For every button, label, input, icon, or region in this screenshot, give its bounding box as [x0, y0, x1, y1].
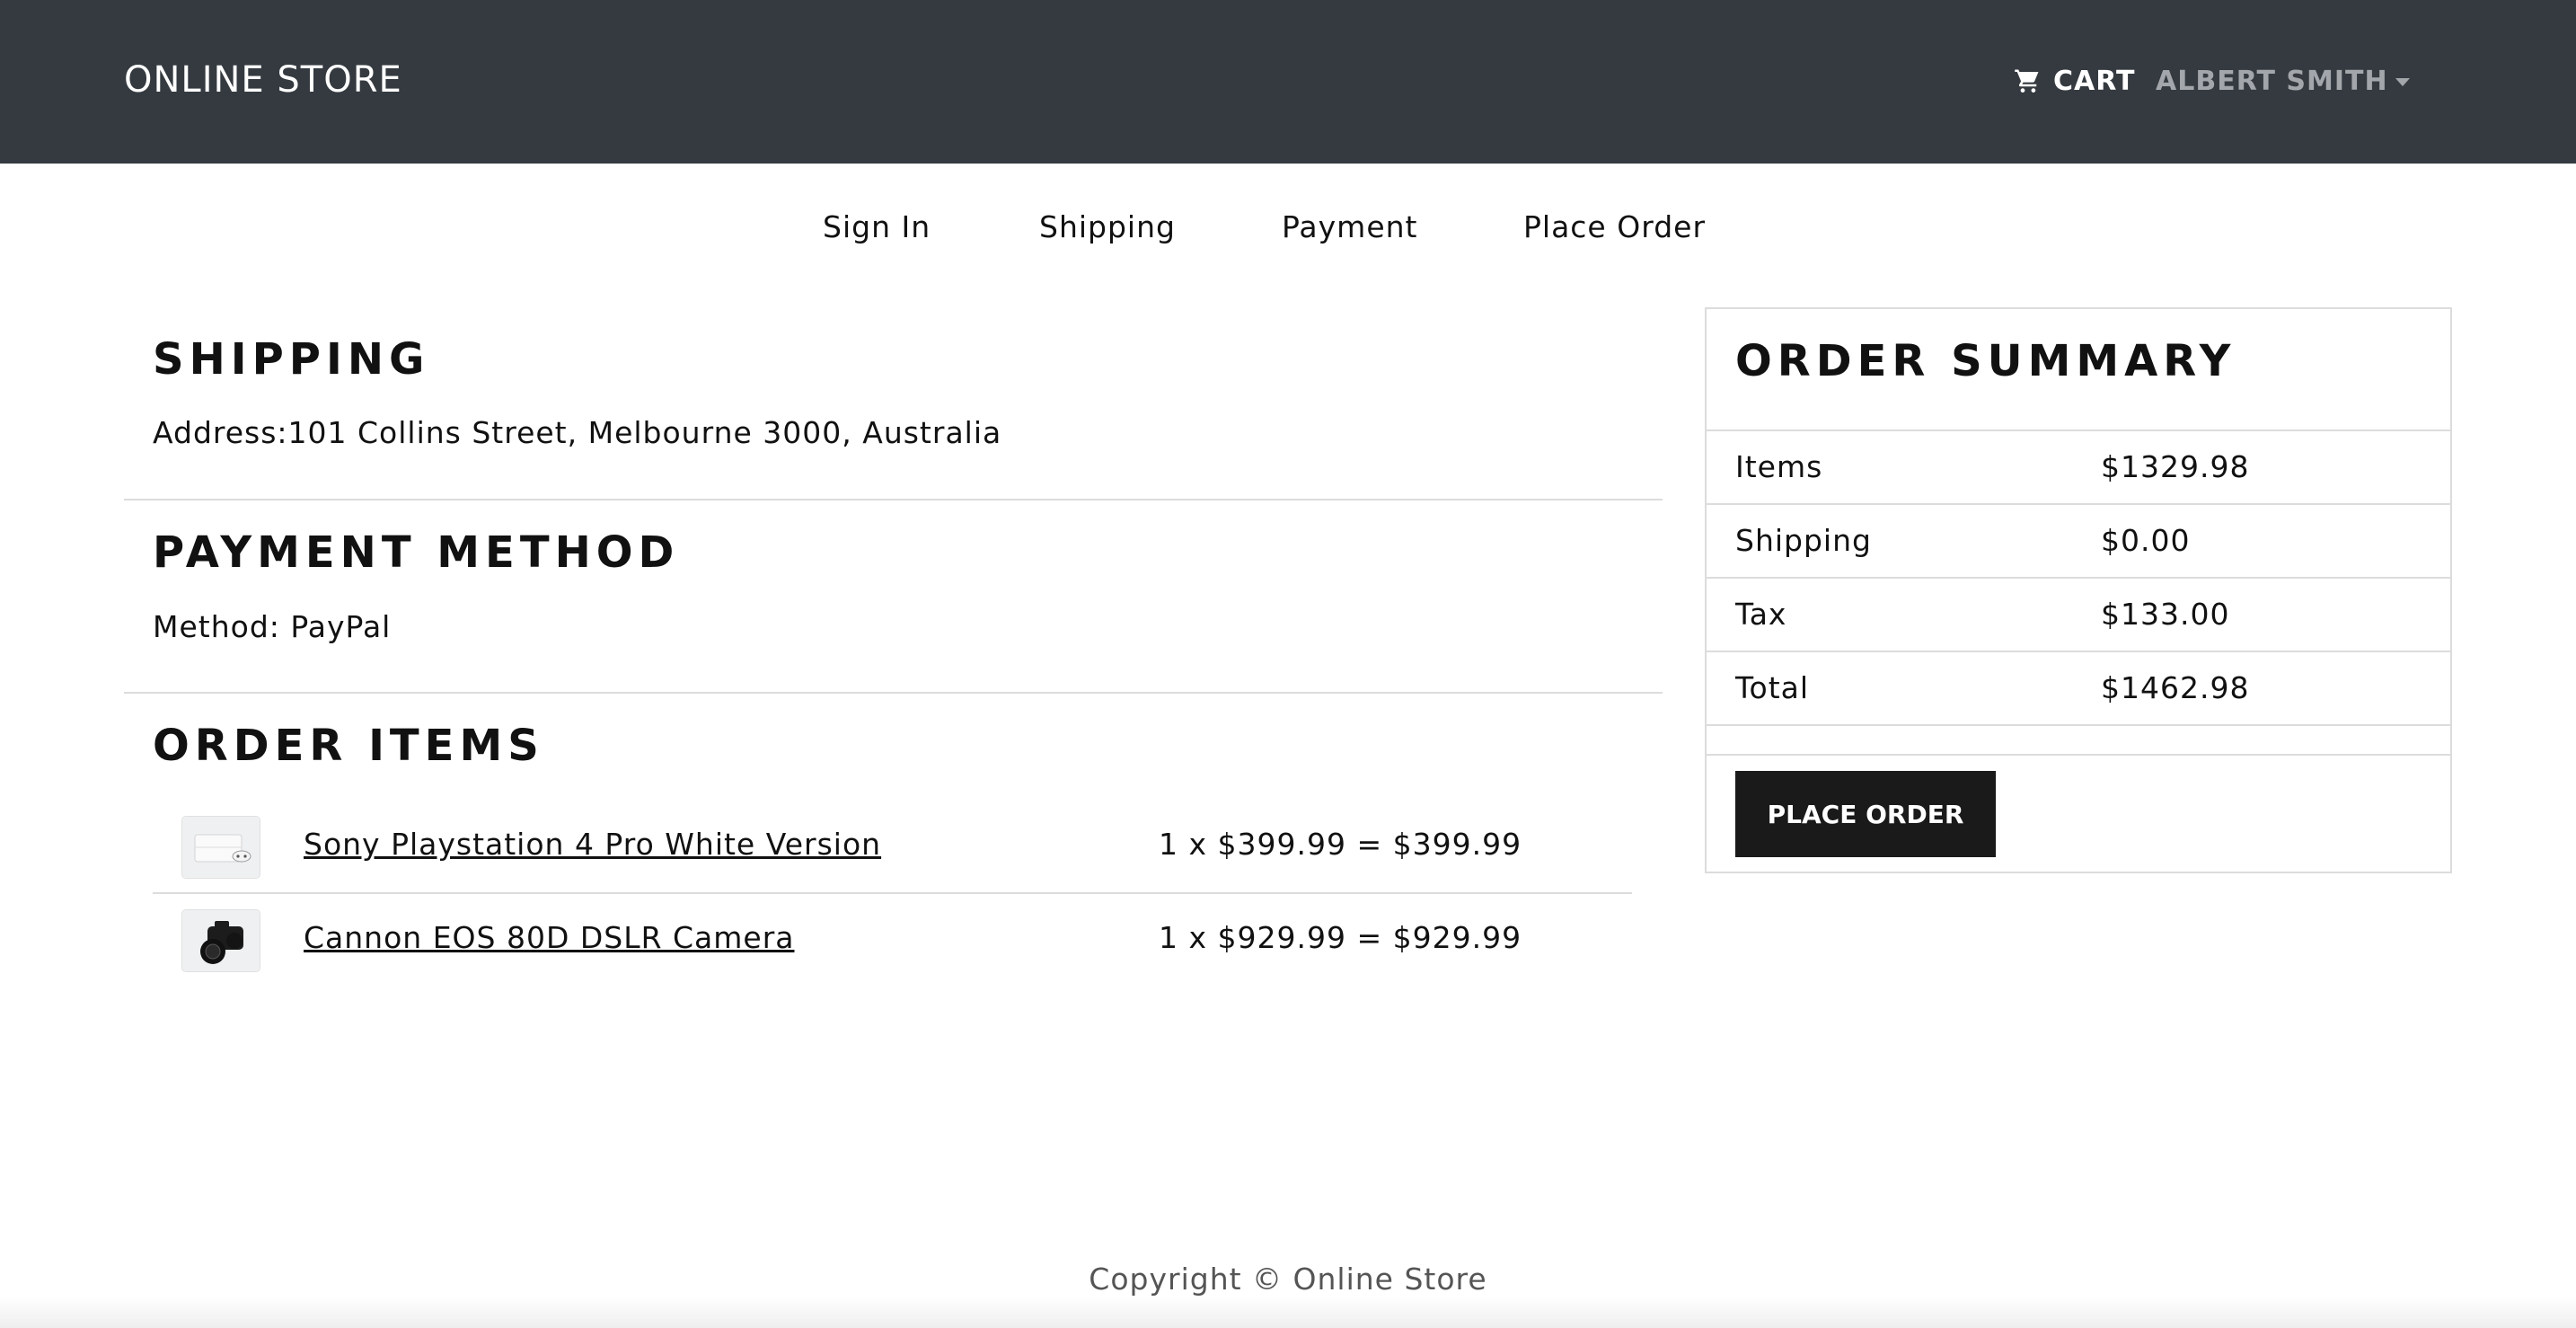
shopping-cart-icon [2014, 67, 2041, 94]
divider [124, 499, 1663, 500]
payment-method-value: Method: PayPal [153, 609, 392, 644]
shipping-title: SHIPPING [153, 334, 430, 385]
top-navbar: ONLINE STORE CART ALBERT SMITH [0, 0, 2576, 164]
summary-value: $133.00 [2101, 597, 2230, 632]
step-shipping[interactable]: Shipping [1039, 205, 1176, 250]
divider [1707, 754, 2450, 756]
summary-row-empty [1707, 724, 2450, 755]
summary-value: $1329.98 [2101, 449, 2250, 484]
cart-label: CART [2053, 65, 2136, 97]
order-summary-card: ORDER SUMMARY Items $1329.98 Shipping $0… [1705, 307, 2452, 873]
divider [153, 892, 1632, 894]
item-link[interactable]: Cannon EOS 80D DSLR Camera [304, 918, 795, 958]
list-item: Cannon EOS 80D DSLR Camera 1 x $929.99 =… [153, 900, 1632, 990]
item-link[interactable]: Sony Playstation 4 Pro White Version [304, 825, 881, 864]
chevron-down-icon [2395, 77, 2410, 86]
user-name: ALBERT SMITH [2156, 65, 2388, 97]
summary-row-tax: Tax $133.00 [1707, 577, 2450, 651]
brand-logo[interactable]: ONLINE STORE [124, 58, 402, 102]
summary-value: $1462.98 [2101, 670, 2250, 705]
cart-link[interactable]: CART [2014, 61, 2135, 101]
place-order-button[interactable]: PLACE ORDER [1735, 771, 1996, 857]
summary-label: Tax [1735, 597, 1787, 632]
playstation-thumbnail [181, 816, 260, 879]
camera-thumbnail [181, 909, 260, 972]
copyright-text: Copyright © Online Store [1089, 1262, 1487, 1297]
summary-label: Items [1735, 449, 1823, 484]
order-items-title: ORDER ITEMS [153, 721, 544, 771]
summary-row-items: Items $1329.98 [1707, 429, 2450, 503]
step-place-order[interactable]: Place Order [1523, 205, 1706, 250]
list-item: Sony Playstation 4 Pro White Version 1 x… [153, 807, 1632, 897]
user-menu-dropdown[interactable]: ALBERT SMITH [2156, 61, 2410, 101]
shipping-address: Address:101 Collins Street, Melbourne 30… [153, 415, 1002, 450]
checkout-steps: Sign In Shipping Payment Place Order [0, 205, 2576, 250]
summary-label: Shipping [1735, 523, 1872, 558]
summary-label: Total [1735, 670, 1810, 705]
item-price-line: 1 x $929.99 = $929.99 [1159, 920, 1522, 955]
item-price-line: 1 x $399.99 = $399.99 [1159, 827, 1522, 862]
step-payment[interactable]: Payment [1282, 205, 1417, 250]
order-summary-title: ORDER SUMMARY [1735, 336, 2236, 386]
divider [124, 692, 1663, 694]
summary-row-total: Total $1462.98 [1707, 651, 2450, 724]
payment-method-title: PAYMENT METHOD [153, 527, 680, 578]
summary-value: $0.00 [2101, 523, 2191, 558]
summary-row-shipping: Shipping $0.00 [1707, 503, 2450, 577]
step-sign-in[interactable]: Sign In [823, 205, 931, 250]
